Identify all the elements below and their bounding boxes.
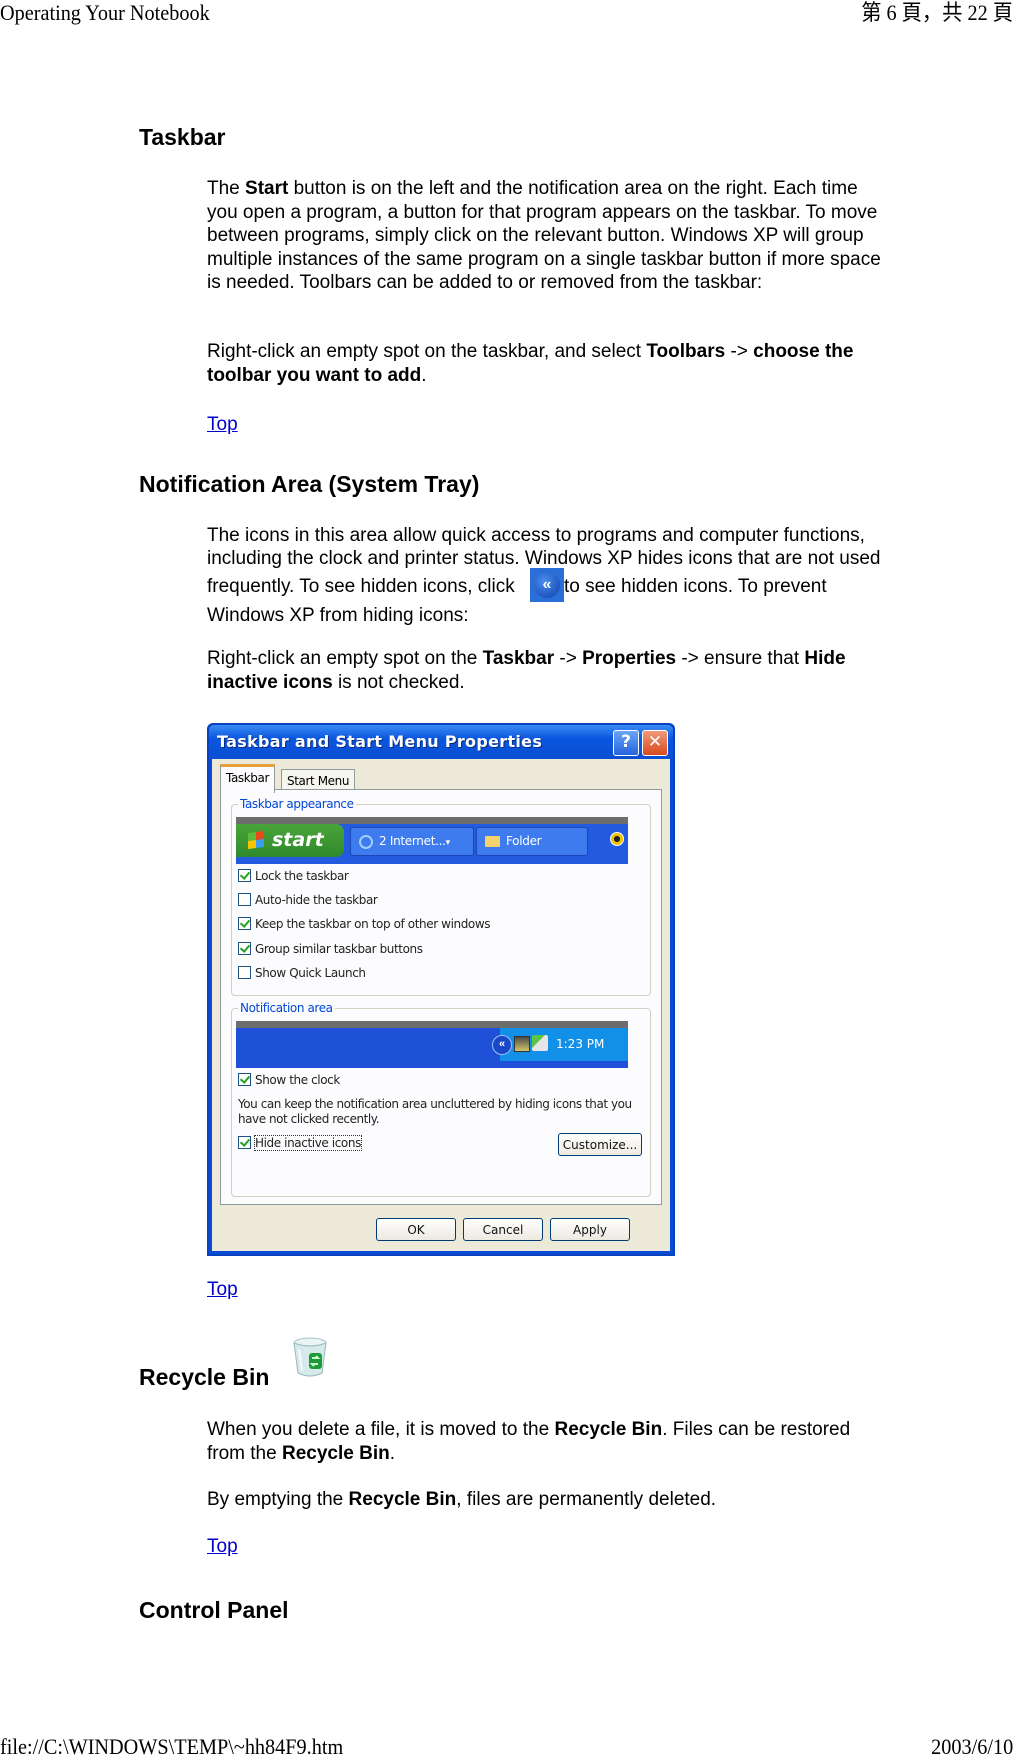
notification-description: You can keep the notification area unclu… [238,1097,632,1126]
tab-panel: Taskbar appearance start 2 Internet...▾ … [220,789,662,1205]
option-label: Show Quick Launch [255,966,366,980]
system-tray-preview: « 1:23 PM [492,1028,628,1061]
document-title: Operating Your Notebook [0,0,210,25]
dialog-title: Taskbar and Start Menu Properties [217,732,543,751]
text: -> [554,648,583,669]
taskbar-item-folder: Folder [476,827,588,856]
help-button[interactable]: ? [613,730,639,756]
chevron-glyph: « [533,572,560,598]
file-path: file://C:\WINDOWS\TEMP\~hh84F9.htm [0,1734,344,1759]
text: The [207,178,246,199]
checkbox-show-clock[interactable]: Show the clock [238,1071,340,1089]
text: -> [725,341,754,362]
text: , files are permanently deleted. [456,1489,717,1510]
taskbar-item-internet: 2 Internet...▾ [350,827,474,856]
top-link[interactable]: Top [207,1535,238,1558]
checkbox-unchecked[interactable] [238,893,251,906]
item-label: Folder [506,834,542,848]
text: is not checked. [332,671,465,693]
text: . [389,1442,395,1464]
folder-icon [485,836,500,847]
group-label: Taskbar appearance [238,796,356,812]
network-icon [514,1036,530,1052]
clock: 1:23 PM [556,1037,605,1051]
notification-area-preview: « 1:23 PM [236,1021,628,1068]
bold-recycle-bin: Recycle Bin [554,1419,663,1440]
start-button-preview: start [236,824,344,857]
close-button[interactable]: ✕ [642,730,668,756]
option-label: Group similar taskbar buttons [255,942,423,956]
option-label: Hide inactive icons [254,1135,362,1151]
text: When you delete a file, it is moved to t… [207,1419,555,1440]
option-label: Show the clock [255,1073,340,1087]
heading-taskbar: Taskbar [139,124,226,150]
dialog-title-bar: Taskbar and Start Menu Properties ? ✕ [209,725,673,759]
checkbox-checked[interactable] [238,869,251,882]
checkbox-quick-launch[interactable]: Show Quick Launch [238,964,366,982]
ok-button[interactable]: OK [376,1218,456,1241]
dropdown-icon: ▾ [445,838,451,848]
show-hidden-icons-chevron-icon: « [529,568,564,602]
option-label: Keep the taskbar on top of other windows [255,917,491,931]
checkbox-group-buttons[interactable]: Group similar taskbar buttons [238,940,423,958]
taskbar-properties-dialog: Taskbar and Start Menu Properties ? ✕ Ta… [207,723,675,1256]
cancel-button[interactable]: Cancel [463,1218,543,1241]
tab-start-menu[interactable]: Start Menu [281,769,356,791]
checkbox-unchecked[interactable] [238,966,251,979]
taskbar-preview: start 2 Internet...▾ Folder [236,817,628,864]
customize-button[interactable]: Customize... [558,1133,642,1156]
notification-area-group: Notification area « 1:23 PM Show the clo… [231,1000,651,1197]
bold-recycle-bin: Recycle Bin [281,1442,390,1464]
windows-flag-icon [248,830,264,850]
text: By emptying the [207,1489,349,1510]
checkbox-hide-inactive-icons[interactable]: Hide inactive icons [238,1134,362,1152]
heading-recycle-bin: Recycle Bin [139,1364,270,1390]
top-link[interactable]: Top [207,413,238,436]
recycle-bin-icon [293,1337,327,1377]
item-label: 2 Internet... [379,834,446,848]
bold-recycle-bin: Recycle Bin [348,1489,457,1510]
text: -> ensure that [676,648,805,669]
checkbox-checked[interactable] [238,942,251,955]
checkbox-auto-hide[interactable]: Auto-hide the taskbar [238,891,378,909]
media-player-icon [610,832,624,846]
text: Right-click an empty spot on the [207,648,483,669]
notification-paragraph-1: The icons in this area allow quick acces… [207,524,887,627]
taskbar-appearance-group: Taskbar appearance start 2 Internet...▾ … [231,796,651,996]
bold-start: Start [245,178,289,199]
recycle-paragraph-2: By emptying the Recycle Bin, files are p… [207,1488,887,1512]
tab-taskbar[interactable]: Taskbar [220,764,276,793]
page-indicator: 第 6 頁，共 22 頁 [861,0,1013,25]
checkbox-lock-taskbar[interactable]: Lock the taskbar [238,867,349,885]
heading-notification-area: Notification Area (System Tray) [139,471,480,497]
bold-properties: Properties [582,648,677,669]
option-label: Auto-hide the taskbar [255,893,378,907]
checkbox-keep-on-top[interactable]: Keep the taskbar on top of other windows [238,915,491,933]
taskbar-paragraph-1: The Start button is on the left and the … [207,177,887,295]
internet-explorer-icon [359,834,373,849]
notification-paragraph-2: Right-click an empty spot on the Taskbar… [207,647,887,694]
taskbar-paragraph-2: Right-click an empty spot on the taskbar… [207,340,887,387]
apply-button[interactable]: Apply [550,1218,630,1241]
text: Right-click an empty spot on the taskbar… [207,341,647,362]
heading-control-panel: Control Panel [139,1597,289,1623]
checkbox-checked[interactable] [238,917,251,930]
checkbox-checked[interactable] [238,1136,251,1149]
print-date: 2003/6/10 [930,1734,1013,1759]
text: button is on the left and the notificati… [207,178,881,293]
dialog-body: Taskbar Start Menu Taskbar appearance st… [212,759,670,1251]
chevron-left-icon: « [492,1035,512,1055]
bold-toolbars: Toolbars [646,341,726,362]
recycle-paragraph-1: When you delete a file, it is moved to t… [207,1418,887,1465]
option-label: Lock the taskbar [255,869,349,883]
printer-icon [532,1035,548,1051]
checkbox-checked[interactable] [238,1073,251,1086]
bold-taskbar: Taskbar [482,648,555,669]
group-label: Notification area [238,1000,335,1016]
text: . [421,364,427,386]
top-link[interactable]: Top [207,1278,238,1301]
start-label: start [272,829,324,851]
